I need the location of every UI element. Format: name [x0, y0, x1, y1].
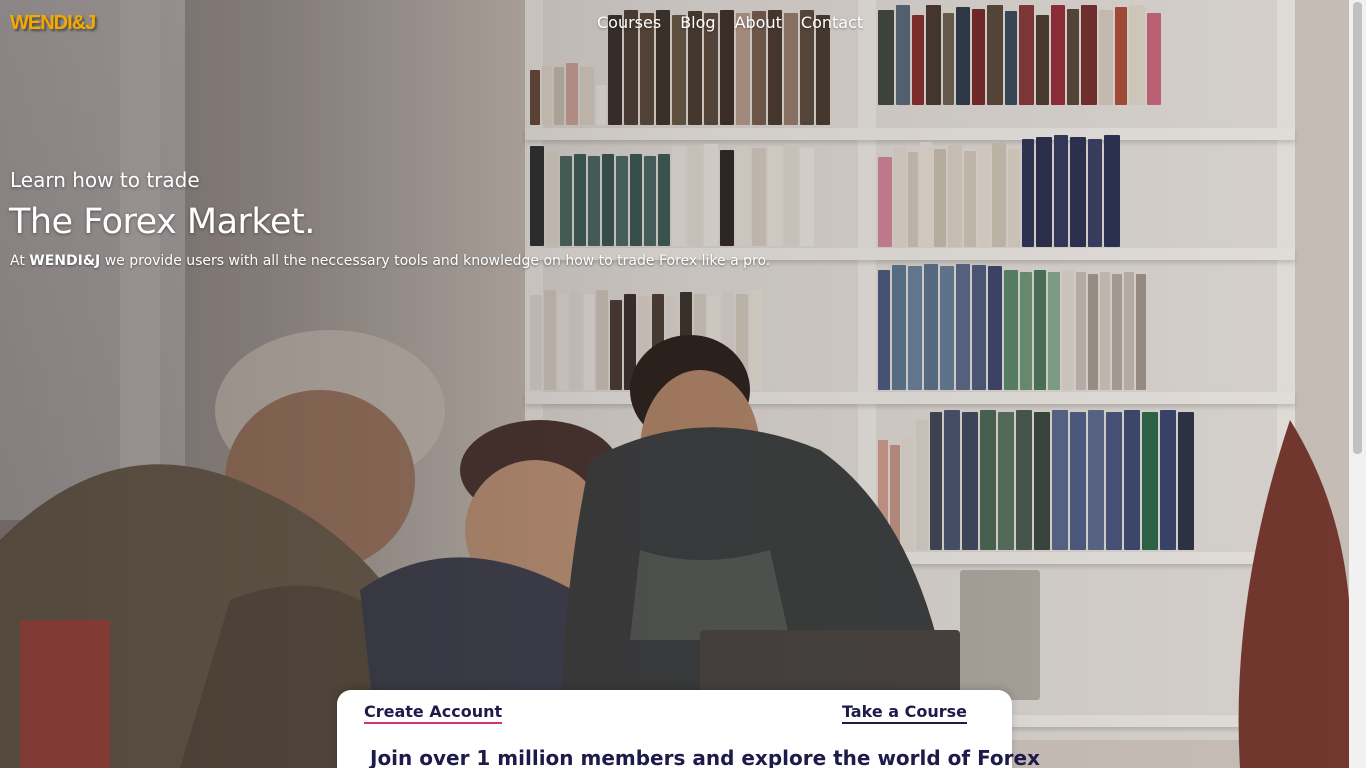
hero-background-image	[0, 0, 1349, 768]
hero-description-suffix: we provide users with all the neccessary…	[100, 253, 771, 269]
hero-description-brand: WENDI&J	[29, 253, 101, 269]
cta-card: Create Account Take a Course Join over 1…	[337, 690, 1040, 768]
page: WENDI&J Courses Blog About Contact Learn…	[0, 0, 1366, 768]
take-course-link[interactable]: Take a Course	[841, 702, 967, 724]
vertical-scrollbar[interactable]	[1349, 0, 1366, 768]
nav-link-contact[interactable]: Contact	[801, 12, 863, 34]
nav-link-about[interactable]: About	[735, 12, 782, 34]
hero-description: At WENDI&J we provide users with all the…	[10, 253, 770, 269]
brand-logo[interactable]: WENDI&J	[10, 12, 96, 35]
create-account-link[interactable]: Create Account	[364, 702, 503, 724]
main-nav: Courses Blog About Contact	[597, 12, 863, 34]
hero-subtitle: Learn how to trade	[10, 168, 200, 192]
card-heading: Join over 1 million members and explore …	[370, 746, 1040, 768]
hero-description-prefix: At	[10, 253, 30, 269]
nav-link-courses[interactable]: Courses	[597, 12, 661, 34]
hero-overlay	[0, 0, 1349, 768]
nav-link-blog[interactable]: Blog	[680, 12, 715, 34]
hero-title: The Forex Market.	[9, 202, 315, 242]
scrollbar-thumb[interactable]	[1353, 2, 1362, 454]
